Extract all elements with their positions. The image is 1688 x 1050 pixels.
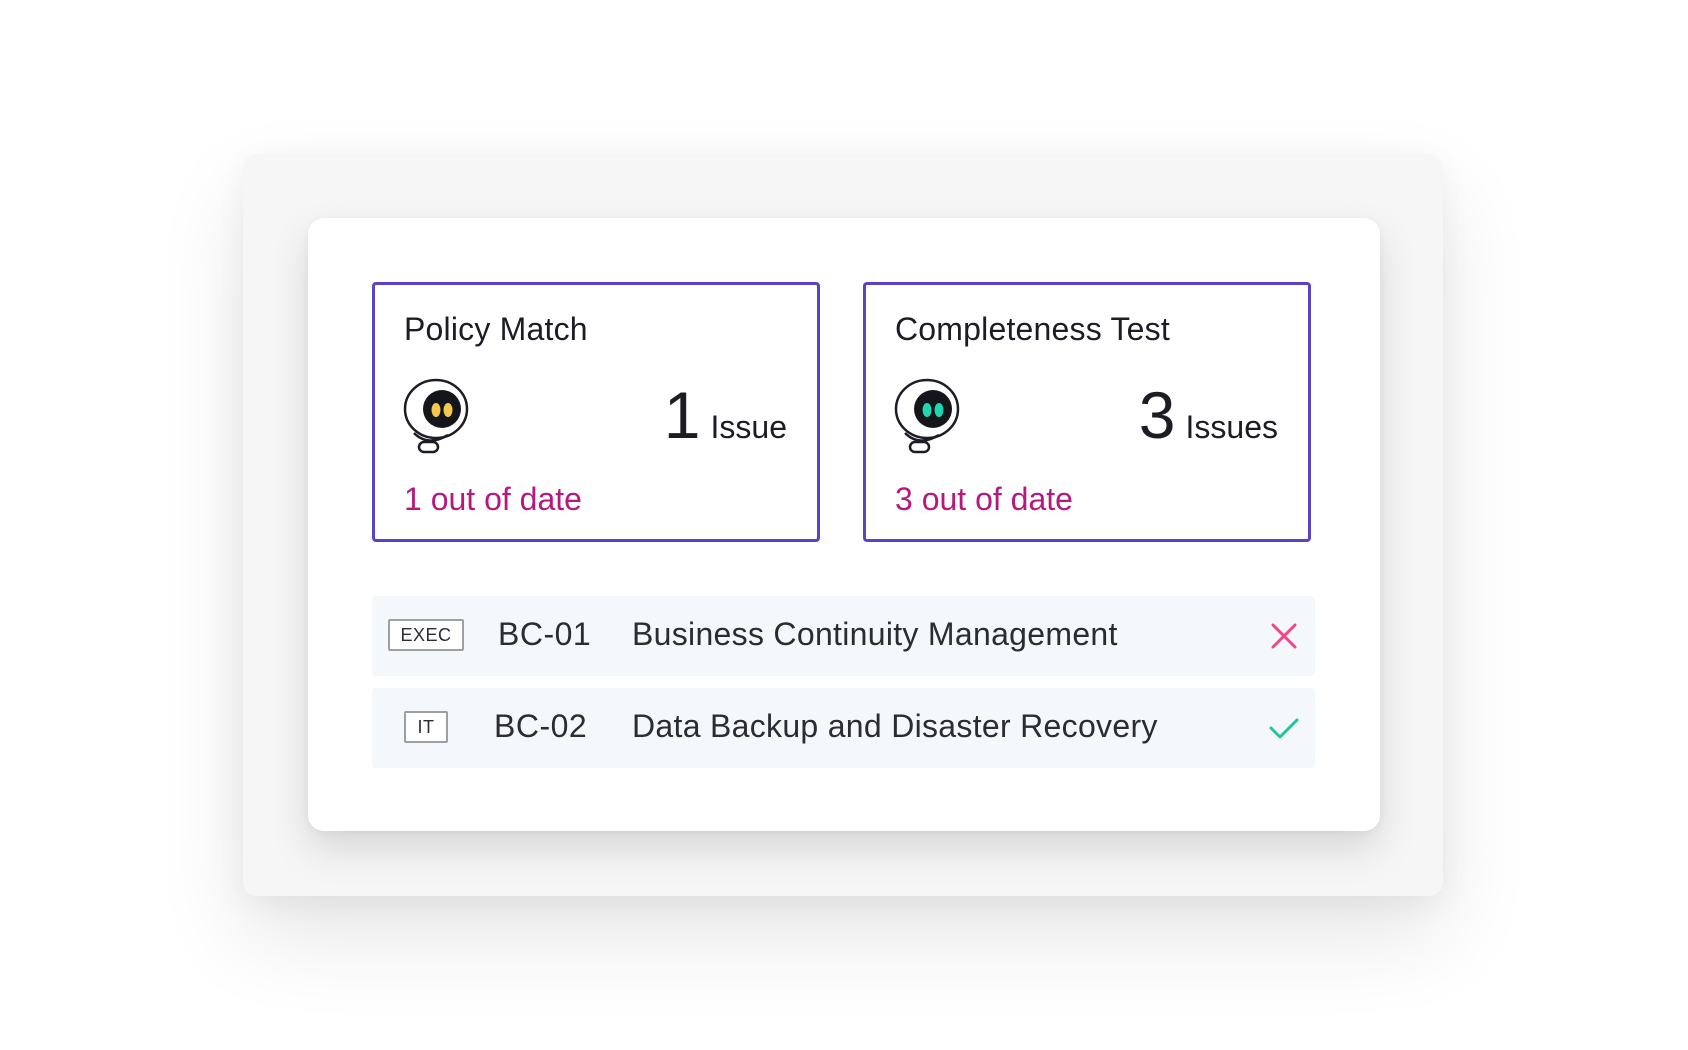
issue-number: 1: [663, 378, 701, 452]
out-of-date-count: 1 out of date: [404, 481, 582, 517]
control-code: BC-02: [494, 708, 588, 744]
metric-title: Policy Match: [404, 311, 588, 347]
issue-number: 3: [1138, 378, 1176, 452]
control-name: Data Backup and Disaster Recovery: [632, 708, 1158, 744]
issue-count: 3 Issues: [1139, 382, 1278, 448]
dashboard-card: Policy Match 1 Issue 1 out of date Compl…: [308, 218, 1380, 831]
check-icon: [1269, 718, 1299, 739]
completeness-test-card[interactable]: Completeness Test 3 Issues 3 out of date: [863, 282, 1311, 542]
policy-match-card[interactable]: Policy Match 1 Issue 1 out of date: [372, 282, 820, 542]
control-code: BC-01: [498, 616, 592, 652]
category-tag: IT: [404, 711, 448, 743]
category-tag: EXEC: [388, 619, 464, 651]
robot-mascot-icon: [403, 378, 469, 454]
control-name: Business Continuity Management: [632, 616, 1118, 652]
close-icon: [1271, 623, 1297, 649]
issue-label: Issues: [1185, 409, 1278, 445]
control-row[interactable]: EXEC BC-01 Business Continuity Managemen…: [372, 596, 1315, 676]
control-row[interactable]: IT BC-02 Data Backup and Disaster Recove…: [372, 688, 1315, 768]
issue-count: 1 Issue: [664, 382, 787, 448]
robot-mascot-icon: [894, 378, 960, 454]
metric-title: Completeness Test: [895, 311, 1170, 347]
issue-label: Issue: [710, 409, 787, 445]
stage: Policy Match 1 Issue 1 out of date Compl…: [0, 0, 1688, 1050]
out-of-date-count: 3 out of date: [895, 481, 1073, 517]
